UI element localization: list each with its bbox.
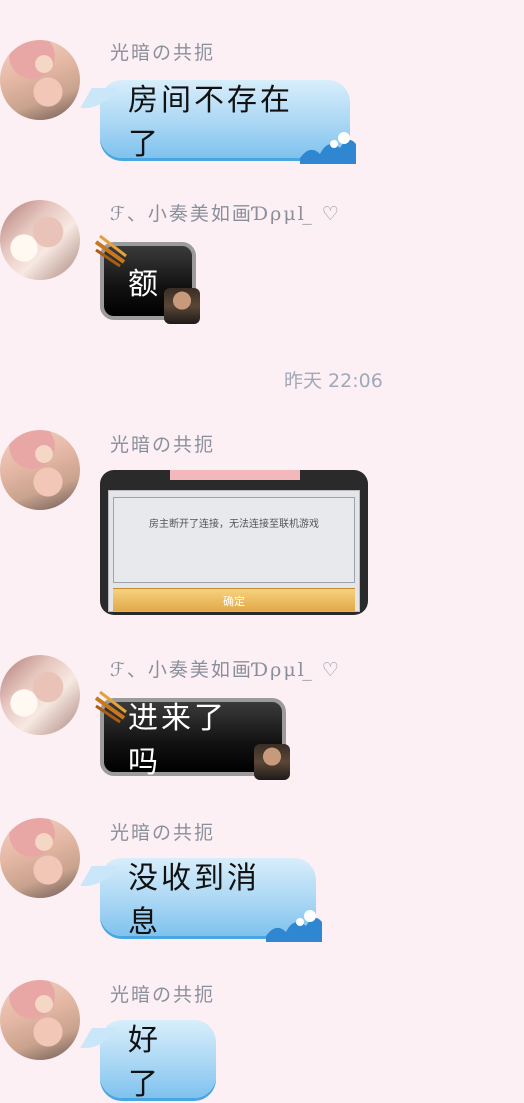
sender-name: 光暗の共扼 bbox=[110, 822, 216, 844]
avatar[interactable] bbox=[0, 430, 80, 510]
timestamp: 昨天 22:06 bbox=[284, 370, 383, 392]
message-bubble[interactable]: 房间不存在了 bbox=[100, 80, 356, 164]
avatar[interactable] bbox=[0, 200, 80, 280]
claw-icon bbox=[94, 234, 127, 268]
image-message[interactable]: 房主断开了连接，无法连接至联机游戏 确定 bbox=[100, 470, 368, 615]
sender-name: ℱ、小奏美如画Ɗρμl ̲ ♡ bbox=[110, 203, 341, 225]
message-text: 好了 bbox=[128, 1023, 161, 1102]
avatar[interactable] bbox=[0, 818, 80, 898]
image-decoration bbox=[170, 470, 300, 480]
message-bubble[interactable]: 进来了吗 bbox=[94, 690, 290, 780]
wave-icon bbox=[266, 910, 322, 942]
sender-name: 光暗の共扼 bbox=[110, 984, 216, 1006]
avatar[interactable] bbox=[0, 655, 80, 735]
sender-name: 光暗の共扼 bbox=[110, 434, 216, 456]
dialog-text: 房主断开了连接，无法连接至联机游戏 bbox=[113, 497, 355, 583]
character-face-icon bbox=[254, 744, 290, 780]
character-face-icon bbox=[164, 288, 200, 324]
sender-name: 光暗の共扼 bbox=[110, 42, 216, 64]
claw-icon bbox=[94, 690, 127, 724]
message-text: 进来了吗 bbox=[128, 701, 227, 780]
avatar[interactable] bbox=[0, 40, 80, 120]
game-dialog: 房主断开了连接，无法连接至联机游戏 确定 bbox=[108, 490, 360, 612]
wave-icon bbox=[300, 132, 356, 164]
sender-name: ℱ、小奏美如画Ɗρμl ̲ ♡ bbox=[110, 659, 341, 681]
message-bubble[interactable]: 好了 bbox=[100, 1020, 216, 1102]
message-text: 房间不存在了 bbox=[128, 83, 293, 162]
message-bubble[interactable]: 额 bbox=[94, 234, 200, 324]
message-bubble[interactable]: 没收到消息 bbox=[100, 858, 322, 942]
avatar[interactable] bbox=[0, 980, 80, 1060]
dialog-ok-button: 确定 bbox=[113, 588, 355, 611]
